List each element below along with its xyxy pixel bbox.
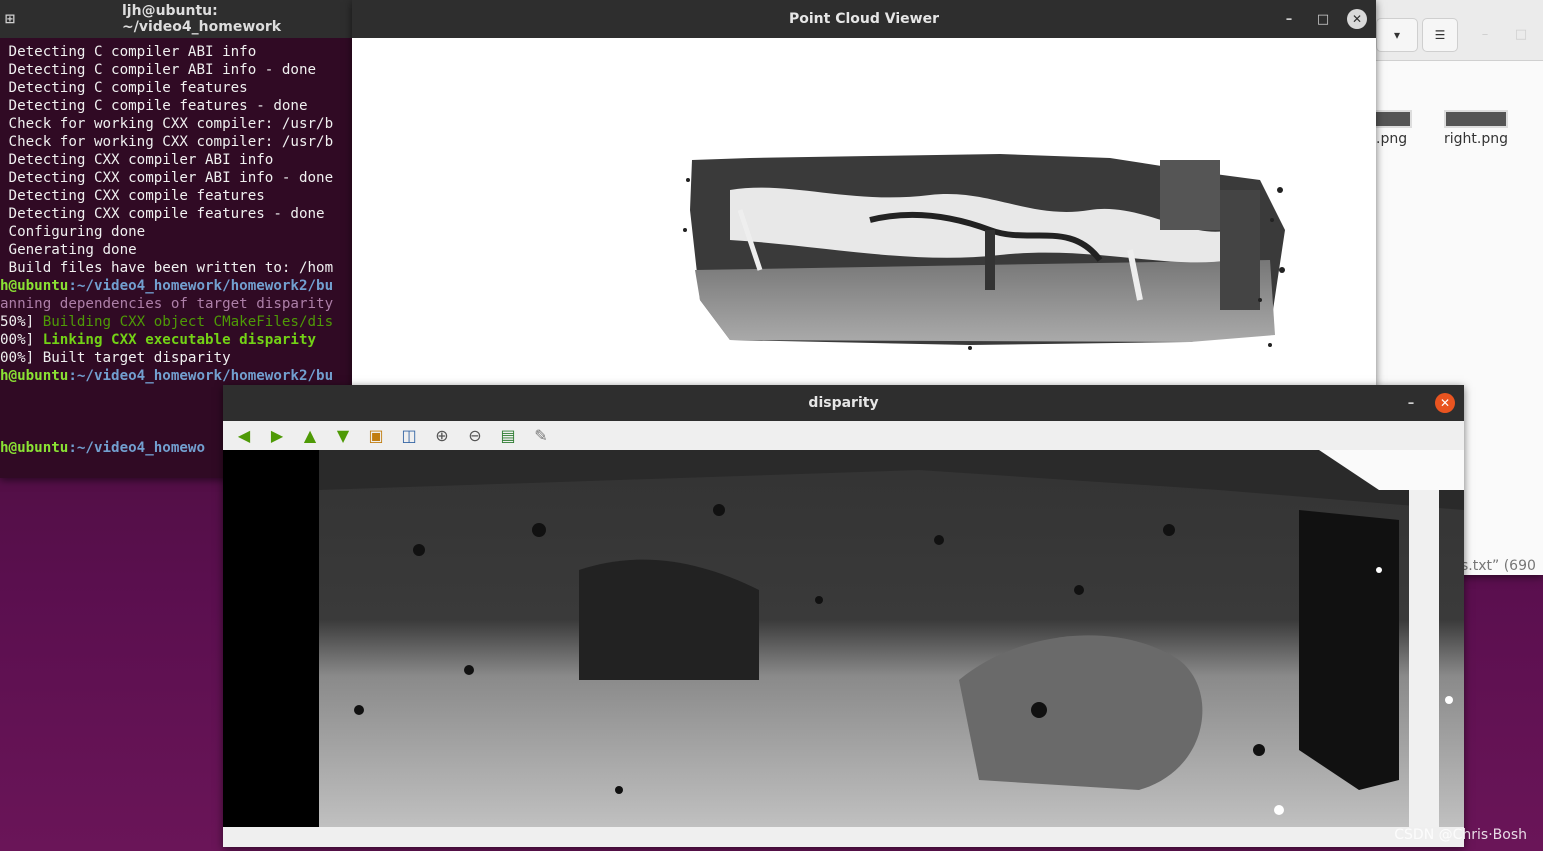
minimize-icon[interactable]: – xyxy=(1394,385,1428,421)
terminal-line: Detecting CXX compile features - done xyxy=(0,206,325,222)
menu-button[interactable]: ☰ xyxy=(1422,18,1458,52)
terminal-line: 50%] Building CXX object CMakeFiles/dis xyxy=(0,313,360,331)
build-message: Building CXX object CMakeFiles/dis xyxy=(42,314,334,330)
prompt-user: h@ubuntu xyxy=(0,368,69,384)
disparity-image xyxy=(319,450,1464,827)
disparity-title: disparity xyxy=(808,395,879,411)
watermark-text: CSDN @Chris·Bosh xyxy=(1394,827,1527,843)
terminal-titlebar[interactable]: ⊞ ljh@ubuntu: ~/video4_homework xyxy=(0,0,360,38)
file-thumbnail[interactable] xyxy=(1372,110,1412,128)
terminal-line: Detecting CXX compiler ABI info xyxy=(0,152,274,168)
terminal-line: Check for working CXX compiler: /usr/b xyxy=(0,116,334,132)
prompt-path: :~/video4_homework/homework2/bu xyxy=(68,278,334,294)
terminal-line: 00%] Built target disparity xyxy=(0,350,231,366)
zoom-original-icon[interactable]: ▣ xyxy=(365,424,387,446)
pan-left-icon[interactable]: ◀ xyxy=(233,424,255,446)
terminal-line: Detecting CXX compiler ABI info - done xyxy=(0,170,334,186)
pan-up-icon[interactable]: ▲ xyxy=(299,424,321,446)
status-bar xyxy=(223,827,1464,847)
disparity-titlebar[interactable]: disparity – ✕ xyxy=(223,385,1464,421)
terminal-line: Detecting C compile features - done xyxy=(0,98,308,114)
terminal-line: Build files have been written to: /hom xyxy=(0,260,334,276)
terminal-title: ljh@ubuntu: ~/video4_homework xyxy=(122,3,282,35)
pan-down-icon[interactable]: ▼ xyxy=(332,424,354,446)
prompt-path: :~/video4_homewo xyxy=(68,440,206,456)
terminal-line: h@ubuntu:~/video4_homework/homework2/bu xyxy=(0,367,360,385)
build-message: Linking CXX executable disparity xyxy=(42,332,317,348)
progress-prefix: 00%] xyxy=(0,332,43,348)
point-cloud-viewer-window[interactable]: Point Cloud Viewer – □ ✕ xyxy=(352,0,1376,390)
disparity-window[interactable]: disparity – ✕ ◀ ▶ ▲ ▼ ▣ ◫ ⊕ ⊖ ▤ ✎ xyxy=(223,385,1464,847)
disparity-image-area[interactable] xyxy=(223,450,1464,827)
terminal-line: Detecting C compiler ABI info - done xyxy=(0,62,317,78)
terminal-line: Check for working CXX compiler: /usr/b xyxy=(0,134,334,150)
view-dropdown-button[interactable]: ▾ xyxy=(1376,18,1418,52)
prompt-user: h@ubuntu xyxy=(0,440,69,456)
maximize-icon[interactable]: □ xyxy=(1306,0,1340,38)
file-name-right[interactable]: right.png xyxy=(1444,131,1508,147)
properties-icon[interactable]: ✎ xyxy=(530,424,552,446)
zoom-in-icon[interactable]: ⊕ xyxy=(431,424,453,446)
minimize-icon[interactable]: – xyxy=(1272,0,1306,38)
terminal-line: Detecting C compile features xyxy=(0,80,248,96)
terminal-line: Detecting C compiler ABI info xyxy=(0,44,257,60)
terminal-line: anning dependencies of target disparity xyxy=(0,296,334,312)
pan-right-icon[interactable]: ▶ xyxy=(266,424,288,446)
minimize-icon[interactable]: – xyxy=(1468,18,1502,50)
close-icon: ✕ xyxy=(1435,393,1455,413)
new-tab-icon[interactable]: ⊞ xyxy=(0,0,20,38)
maximize-icon[interactable]: □ xyxy=(1504,18,1538,50)
close-button[interactable]: ✕ xyxy=(1428,385,1462,421)
close-button[interactable]: ✕ xyxy=(1340,0,1374,38)
terminal-line: Detecting CXX compile features xyxy=(0,188,265,204)
zoom-out-icon[interactable]: ⊖ xyxy=(464,424,486,446)
file-manager-header: ▾ ☰ – □ xyxy=(1376,0,1543,61)
terminal-line: Configuring done xyxy=(0,224,146,240)
file-status-text: s.txt” (690 xyxy=(1461,558,1536,574)
terminal-line: 00%] Linking CXX executable disparity xyxy=(0,331,360,349)
point-cloud-title: Point Cloud Viewer xyxy=(789,11,939,27)
file-thumbnail-right[interactable] xyxy=(1444,110,1508,128)
prompt-user: h@ubuntu xyxy=(0,278,69,294)
terminal-line: h@ubuntu:~/video4_homework/homework2/bu xyxy=(0,277,360,295)
zoom-fit-icon[interactable]: ◫ xyxy=(398,424,420,446)
image-toolbar: ◀ ▶ ▲ ▼ ▣ ◫ ⊕ ⊖ ▤ ✎ xyxy=(223,421,1464,449)
point-cloud-render[interactable] xyxy=(670,150,1290,350)
terminal-line: Generating done xyxy=(0,242,137,258)
file-name[interactable]: .png xyxy=(1376,131,1407,147)
save-icon[interactable]: ▤ xyxy=(497,424,519,446)
close-icon: ✕ xyxy=(1347,9,1367,29)
prompt-path: :~/video4_homework/homework2/bu xyxy=(68,368,334,384)
point-cloud-titlebar[interactable]: Point Cloud Viewer – □ ✕ xyxy=(352,0,1376,38)
progress-prefix: 50%] xyxy=(0,314,43,330)
